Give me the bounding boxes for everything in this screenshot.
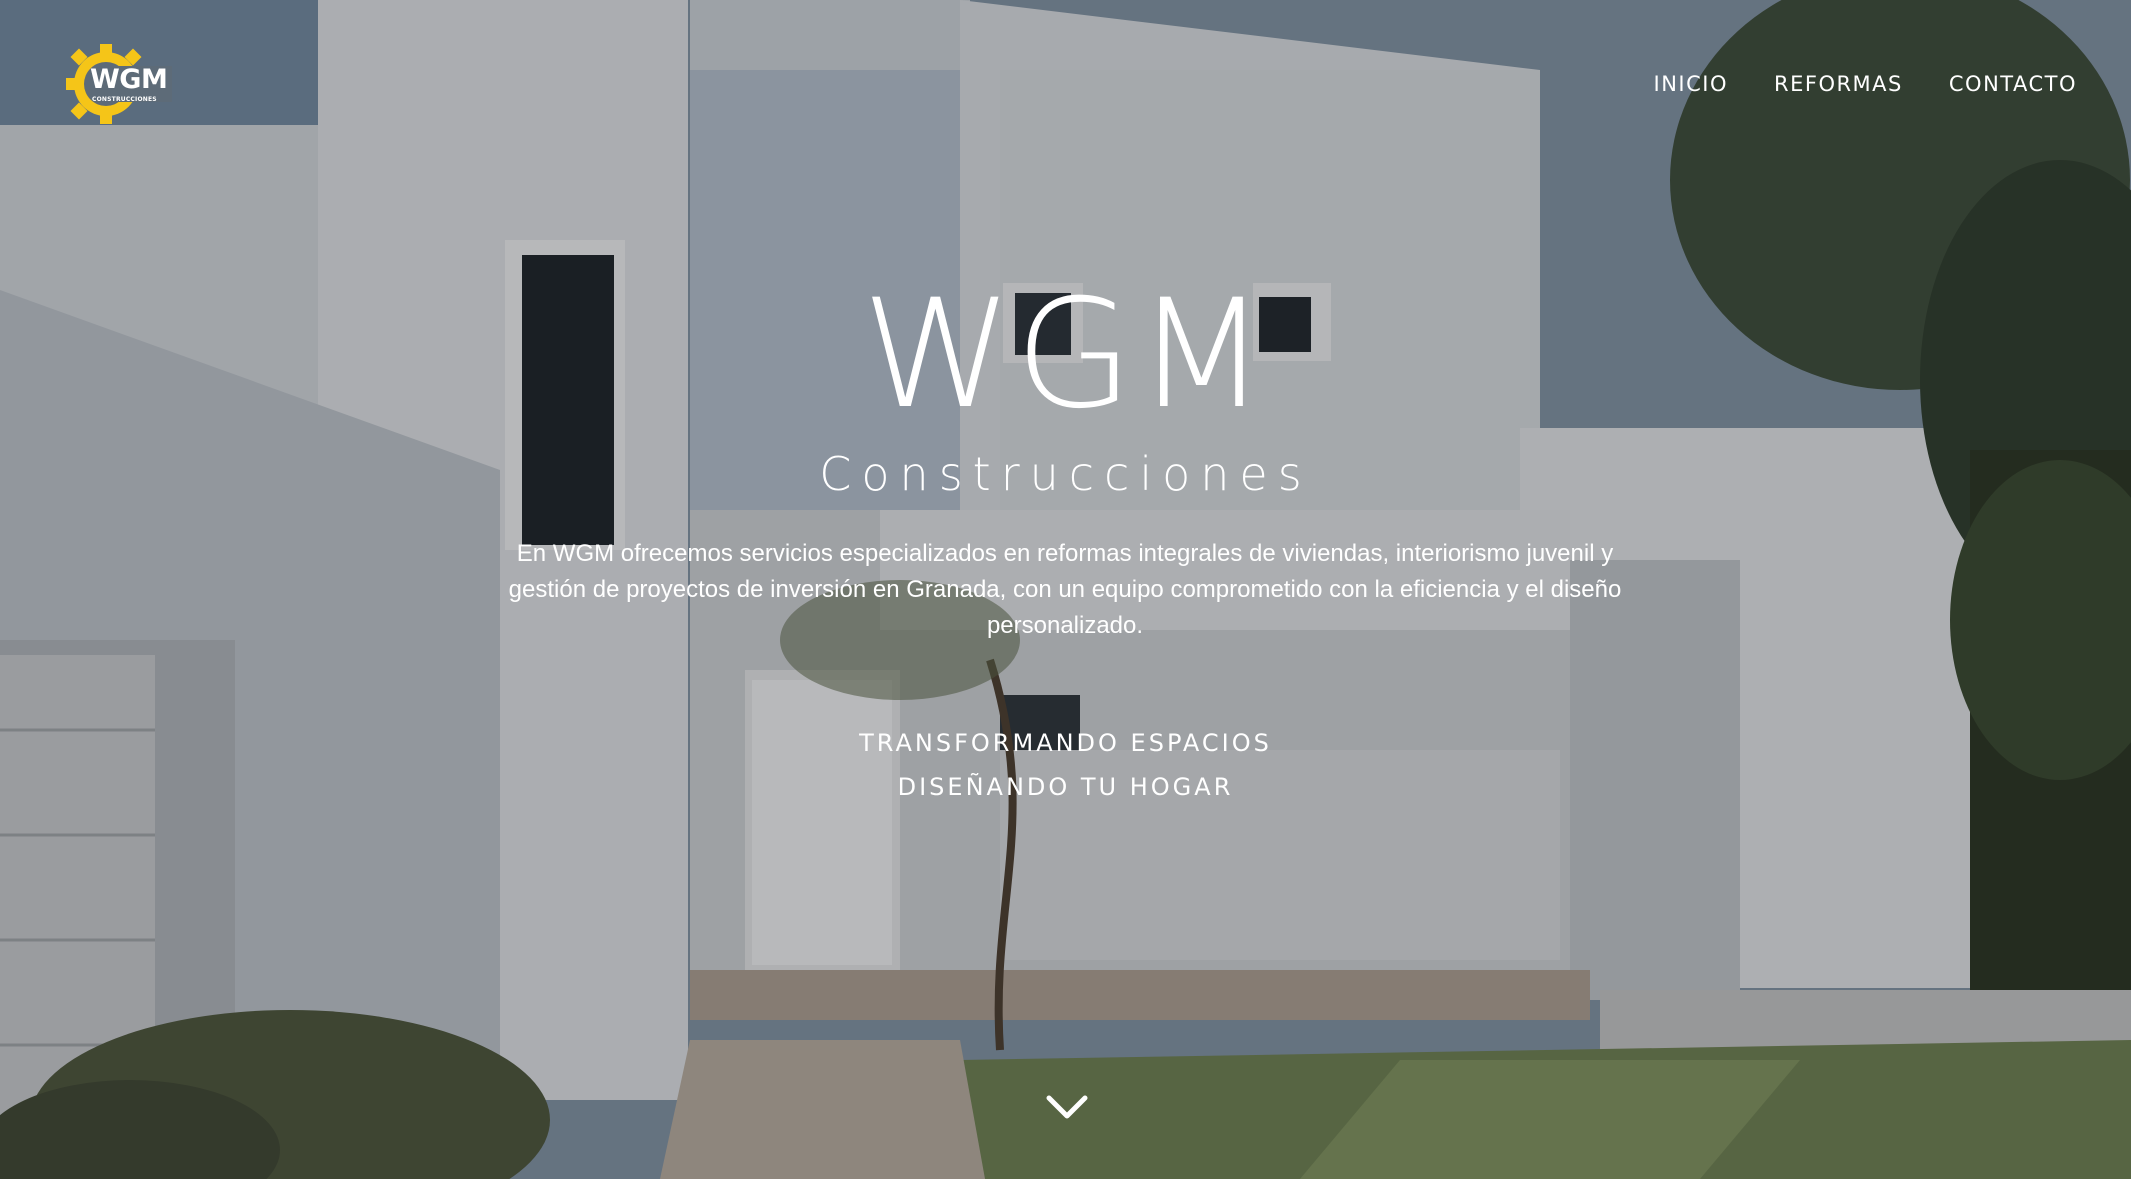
- hero-title: WGM: [861, 268, 1270, 442]
- hero-section: WGM CONSTRUCCIONES INICIO REFORMAS CONTA…: [0, 0, 2131, 1179]
- chevron-down-icon: [1046, 1095, 1088, 1119]
- hero-tagline-line2: DISEÑANDO TU HOGAR: [897, 773, 1234, 801]
- hero-content: WGM Construcciones En WGM ofrecemos serv…: [0, 0, 2131, 1179]
- hero-description: En WGM ofrecemos servicios especializado…: [508, 540, 1622, 639]
- hero-subtitle: Construcciones: [819, 447, 1312, 501]
- scroll-down-button[interactable]: [1045, 1092, 1089, 1122]
- hero-tagline-line1: TRANSFORMANDO ESPACIOS: [859, 729, 1272, 757]
